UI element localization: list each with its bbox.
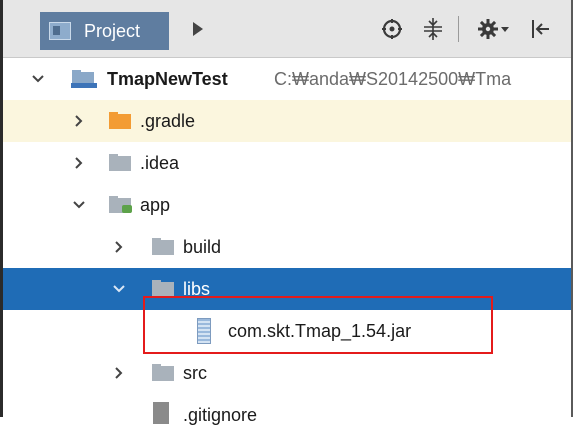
project-tab-label: Project: [84, 21, 141, 41]
chevron-right-icon[interactable]: [72, 142, 86, 184]
folder-icon: [152, 280, 174, 297]
tree-item-idea[interactable]: .idea: [3, 142, 571, 184]
tree-item-src-label: src: [183, 363, 207, 383]
tree-item-build[interactable]: build: [3, 226, 571, 268]
module-folder-icon: [109, 196, 132, 213]
pin-icon[interactable]: [530, 14, 550, 44]
tree-item-gradle-label: .gradle: [140, 111, 196, 131]
folder-icon: [109, 154, 131, 171]
toolbar-separator: [458, 16, 459, 42]
file-icon: [153, 402, 169, 424]
chevron-down-icon[interactable]: [112, 268, 126, 310]
project-view-icon: [49, 22, 71, 40]
gear-icon[interactable]: [477, 14, 511, 44]
tree-item-src[interactable]: src: [3, 352, 571, 394]
tree-item-gitignore[interactable]: .gitignore: [3, 394, 571, 436]
highlight-annotation-box: [143, 296, 493, 354]
globe-icon[interactable]: [381, 14, 403, 44]
chevron-down-icon[interactable]: [31, 58, 45, 100]
chevron-right-icon[interactable]: [112, 226, 126, 268]
project-toolbar: Project: [3, 0, 571, 58]
tree-item-build-label: build: [183, 237, 222, 257]
tree-item-root[interactable]: TmapNewTest C:₩anda₩S20142500₩Tma: [3, 58, 571, 100]
folder-icon: [109, 112, 131, 129]
project-tool-window-tab[interactable]: Project: [40, 12, 169, 50]
project-tree: TmapNewTest C:₩anda₩S20142500₩Tma .gradl…: [3, 58, 571, 425]
arrow-right-icon[interactable]: [193, 22, 203, 36]
folder-icon: [152, 364, 174, 381]
chevron-down-icon[interactable]: [72, 184, 86, 226]
tree-item-idea-label: .idea: [140, 153, 180, 173]
tree-item-root-path: C:₩anda₩S20142500₩Tma: [274, 69, 512, 89]
tree-item-app[interactable]: app: [3, 184, 571, 226]
chevron-right-icon[interactable]: [112, 352, 126, 394]
project-folder-icon: [71, 70, 97, 88]
folder-icon: [152, 238, 174, 255]
tree-item-gitignore-label: .gitignore: [183, 405, 258, 425]
collapse-all-icon[interactable]: [421, 14, 445, 44]
tree-item-gradle[interactable]: .gradle: [3, 100, 571, 142]
chevron-right-icon[interactable]: [72, 100, 86, 142]
window-frame-right: [571, 0, 581, 417]
tree-item-root-label: TmapNewTest: [107, 69, 228, 89]
tree-item-app-label: app: [140, 195, 171, 215]
